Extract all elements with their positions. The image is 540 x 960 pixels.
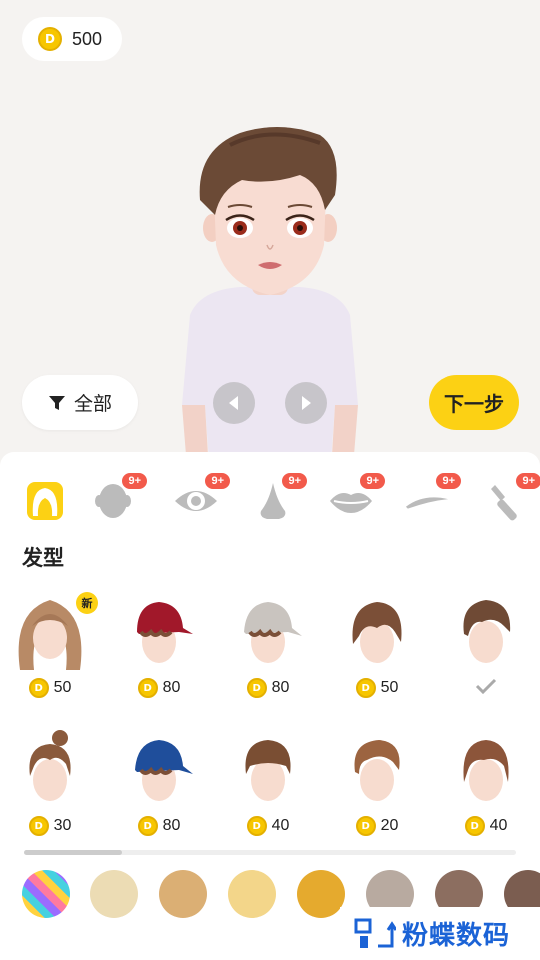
tab-hair[interactable]: [22, 478, 68, 524]
tab-nose[interactable]: 9+: [250, 472, 308, 524]
item-price: D 20: [327, 816, 427, 836]
hairstyle-thumbnail: [354, 740, 400, 801]
filter-icon: [48, 395, 65, 410]
hairstyle-item[interactable]: D 40: [218, 730, 318, 840]
hairstyle-thumbnail: [137, 602, 193, 663]
coin-amount: 500: [72, 28, 103, 49]
item-price: D 50: [0, 678, 100, 698]
price-value: 80: [162, 817, 181, 834]
coin-icon: D: [38, 27, 62, 51]
color-swatch-rainbow[interactable]: [22, 870, 70, 918]
coin-icon: D: [246, 816, 267, 836]
badge: 9+: [121, 472, 148, 490]
rotate-left-button[interactable]: [213, 382, 255, 424]
coin-icon: D: [355, 816, 376, 836]
item-price: D 40: [436, 816, 536, 836]
avatar-figure: [182, 126, 358, 470]
hairstyle-item[interactable]: D 40: [436, 730, 536, 840]
avatar-stage: D 500 全部 下一步: [0, 0, 540, 470]
color-swatch[interactable]: [90, 870, 138, 918]
price-value: 50: [380, 679, 399, 696]
price-value: 80: [271, 679, 290, 696]
hairstyle-thumbnail: [244, 602, 302, 663]
section-title: 发型: [22, 547, 64, 570]
watermark: 粉蝶数码: [340, 907, 540, 960]
coin-icon: D: [137, 678, 158, 698]
watermark-text: 粉蝶数码: [402, 920, 511, 950]
chevron-right-icon: [302, 396, 311, 410]
price-value: 50: [53, 679, 72, 696]
coin-balance: D 500: [22, 17, 122, 61]
hairstyle-item[interactable]: D 80: [109, 730, 209, 840]
tab-face[interactable]: 9+: [90, 472, 148, 524]
tab-lips[interactable]: 9+: [328, 472, 386, 524]
hairstyle-item[interactable]: 新 D 50: [0, 592, 100, 702]
hairstyle-item[interactable]: D 50: [327, 592, 427, 702]
hairstyle-item-selected[interactable]: [436, 592, 536, 702]
hairstyle-thumbnail: [463, 740, 509, 801]
rotate-right-button[interactable]: [285, 382, 327, 424]
color-swatch[interactable]: [159, 870, 207, 918]
item-price: D 80: [218, 678, 318, 698]
color-swatch[interactable]: [228, 870, 276, 918]
price-value: 80: [162, 679, 181, 696]
hairstyle-thumbnail: [463, 600, 511, 663]
price-value: 30: [53, 817, 72, 834]
hairstyle-thumbnail: [135, 740, 193, 801]
badge: 9+: [515, 472, 540, 490]
hairstyle-thumbnail: [352, 602, 402, 663]
hairstyle-thumbnail: [245, 740, 291, 801]
filter-label: 全部: [73, 394, 112, 415]
horizontal-scrollbar[interactable]: [24, 850, 516, 855]
category-tabs: 9+ 9+ 9+ 9+ 9+ 9+: [0, 466, 540, 526]
coin-icon: D: [355, 678, 376, 698]
scrollbar-thumb[interactable]: [24, 850, 122, 855]
coin-icon: D: [246, 678, 267, 698]
tab-eye[interactable]: 9+: [173, 472, 231, 524]
hairstyle-item[interactable]: D 20: [327, 730, 427, 840]
filter-all-button[interactable]: 全部: [22, 375, 138, 430]
eyebrow-icon: [405, 497, 449, 509]
hairstyle-item[interactable]: D 80: [218, 592, 318, 702]
badge: 9+: [204, 472, 231, 490]
coin-icon: D: [28, 678, 49, 698]
watermark-logo: [354, 918, 396, 948]
price-value: 20: [380, 817, 399, 834]
badge: 9+: [359, 472, 386, 490]
coin-icon: D: [137, 816, 158, 836]
item-price: D 50: [327, 678, 427, 698]
next-step-button[interactable]: 下一步: [429, 375, 519, 430]
new-tag: 新: [76, 592, 98, 614]
checkmark-icon: [475, 678, 497, 694]
item-price: D 40: [218, 816, 318, 836]
price-value: 40: [271, 817, 290, 834]
item-selected: [436, 678, 536, 694]
price-value: 40: [489, 817, 508, 834]
customization-panel: 9+ 9+ 9+ 9+ 9+ 9+ 发型 新 D 50 D 80 D 80 D …: [0, 452, 540, 960]
coin-icon: D: [464, 816, 485, 836]
chevron-left-icon: [229, 396, 238, 410]
color-swatch[interactable]: [297, 870, 345, 918]
item-price: D 30: [0, 816, 100, 836]
tab-eyebrow[interactable]: 9+: [404, 472, 462, 524]
hairstyle-thumbnail: [29, 730, 71, 801]
badge: 9+: [281, 472, 308, 490]
tab-makeup[interactable]: 9+: [484, 472, 540, 524]
item-price: D 80: [109, 678, 209, 698]
eye-icon: [175, 491, 217, 511]
item-price: D 80: [109, 816, 209, 836]
hairstyle-item[interactable]: D 80: [109, 592, 209, 702]
coin-icon: D: [28, 816, 49, 836]
hair-icon: [27, 482, 63, 520]
badge: 9+: [435, 472, 462, 490]
lips-icon: [330, 493, 372, 513]
hairstyle-item[interactable]: D 30: [0, 730, 100, 840]
